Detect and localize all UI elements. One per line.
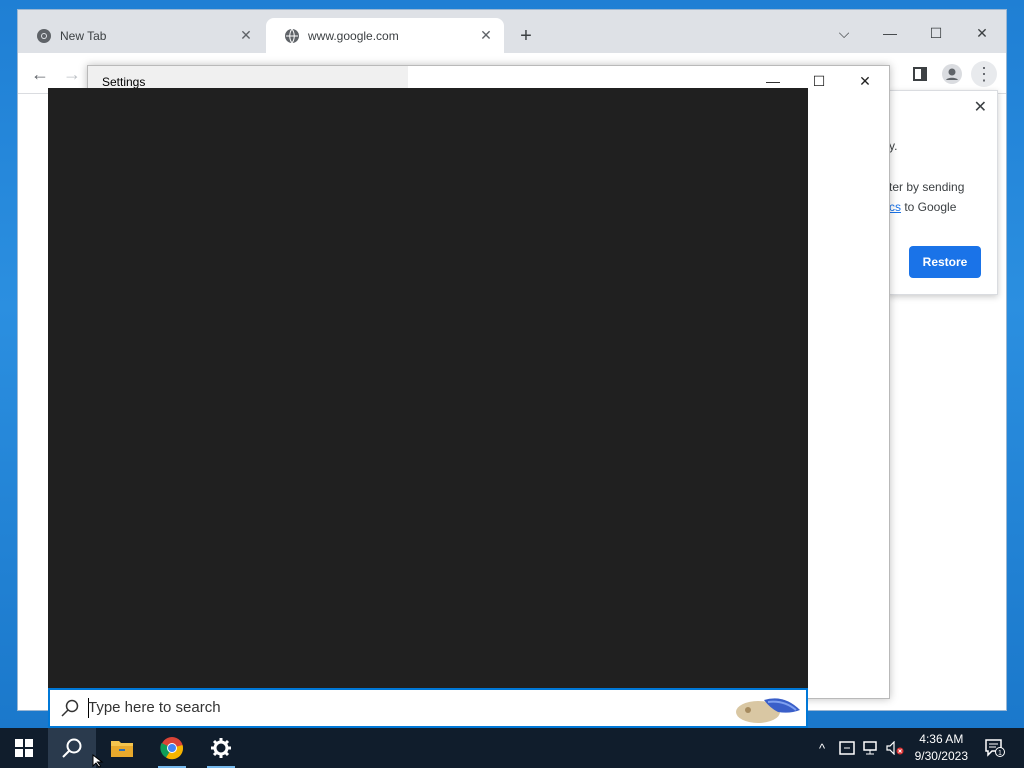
file-explorer-button[interactable] bbox=[98, 728, 146, 768]
more-menu-icon[interactable]: ⋮ bbox=[971, 61, 997, 87]
notification-count: 1 bbox=[998, 750, 1002, 757]
search-results-panel bbox=[48, 88, 808, 688]
search-icon bbox=[62, 738, 82, 758]
chrome-taskbar-button[interactable] bbox=[148, 728, 196, 768]
new-tab-button[interactable]: + bbox=[514, 24, 538, 48]
mouse-cursor-icon bbox=[92, 754, 104, 768]
start-button[interactable] bbox=[0, 728, 48, 768]
action-center-icon[interactable]: 1 bbox=[980, 728, 1010, 768]
security-icon[interactable] bbox=[836, 728, 858, 768]
clock-time: 4:36 AM bbox=[919, 732, 964, 746]
volume-muted-icon[interactable] bbox=[884, 728, 906, 768]
restore-button[interactable]: Restore bbox=[909, 246, 981, 278]
side-panel-icon[interactable] bbox=[907, 61, 933, 87]
gear-icon bbox=[211, 738, 231, 758]
tab-google[interactable]: www.google.com ✕ bbox=[266, 18, 504, 53]
show-hidden-icons-icon[interactable]: ^ bbox=[812, 728, 832, 768]
maximize-button[interactable]: ☐ bbox=[916, 18, 956, 48]
tab-search-dropdown-icon[interactable]: ⌵ bbox=[824, 18, 864, 48]
popup-text-line: to Google bbox=[901, 200, 957, 214]
settings-taskbar-button[interactable] bbox=[197, 728, 245, 768]
back-arrow-icon[interactable]: ← bbox=[27, 61, 53, 87]
network-icon[interactable] bbox=[860, 728, 882, 768]
restore-pages-popup: ✕ y. ter by sending cs to Google Restore bbox=[888, 90, 998, 295]
globe-icon bbox=[285, 28, 299, 43]
chrome-icon bbox=[160, 737, 184, 760]
chrome-icon bbox=[37, 28, 51, 43]
window-title: Settings bbox=[102, 75, 146, 89]
close-tab-icon[interactable]: ✕ bbox=[238, 27, 254, 43]
minimize-button[interactable]: — bbox=[870, 18, 910, 48]
close-window-button[interactable]: ✕ bbox=[842, 66, 888, 96]
profile-icon[interactable] bbox=[939, 61, 965, 87]
search-highlight-image bbox=[736, 698, 800, 723]
popup-text-line: y. bbox=[889, 139, 898, 153]
search-input[interactable]: Type here to search bbox=[88, 699, 221, 716]
tab-label: www.google.com bbox=[308, 28, 399, 43]
tab-new-tab[interactable]: New Tab ✕ bbox=[18, 18, 264, 53]
tab-label: New Tab bbox=[60, 28, 107, 43]
forward-arrow-icon[interactable]: → bbox=[59, 61, 85, 87]
taskbar: ^ 4:36 AM 9/30/2023 1 bbox=[0, 728, 1024, 768]
search-icon bbox=[61, 699, 79, 717]
folder-icon bbox=[111, 741, 133, 757]
tab-strip: New Tab ✕ www.google.com ✕ + ⌵ — ☐ ✕ bbox=[18, 10, 1006, 53]
popup-text-line: ter by sending bbox=[889, 180, 965, 194]
system-clock[interactable]: 4:36 AM 9/30/2023 bbox=[915, 731, 968, 765]
search-box[interactable]: Type here to search bbox=[48, 688, 808, 728]
clock-date: 9/30/2023 bbox=[914, 749, 968, 763]
close-icon[interactable]: ✕ bbox=[974, 97, 987, 117]
taskbar-search-button[interactable] bbox=[48, 728, 96, 768]
close-tab-icon[interactable]: ✕ bbox=[478, 27, 494, 43]
windows-icon bbox=[15, 739, 33, 757]
close-window-button[interactable]: ✕ bbox=[962, 18, 1002, 48]
popup-link[interactable]: cs bbox=[889, 200, 901, 214]
